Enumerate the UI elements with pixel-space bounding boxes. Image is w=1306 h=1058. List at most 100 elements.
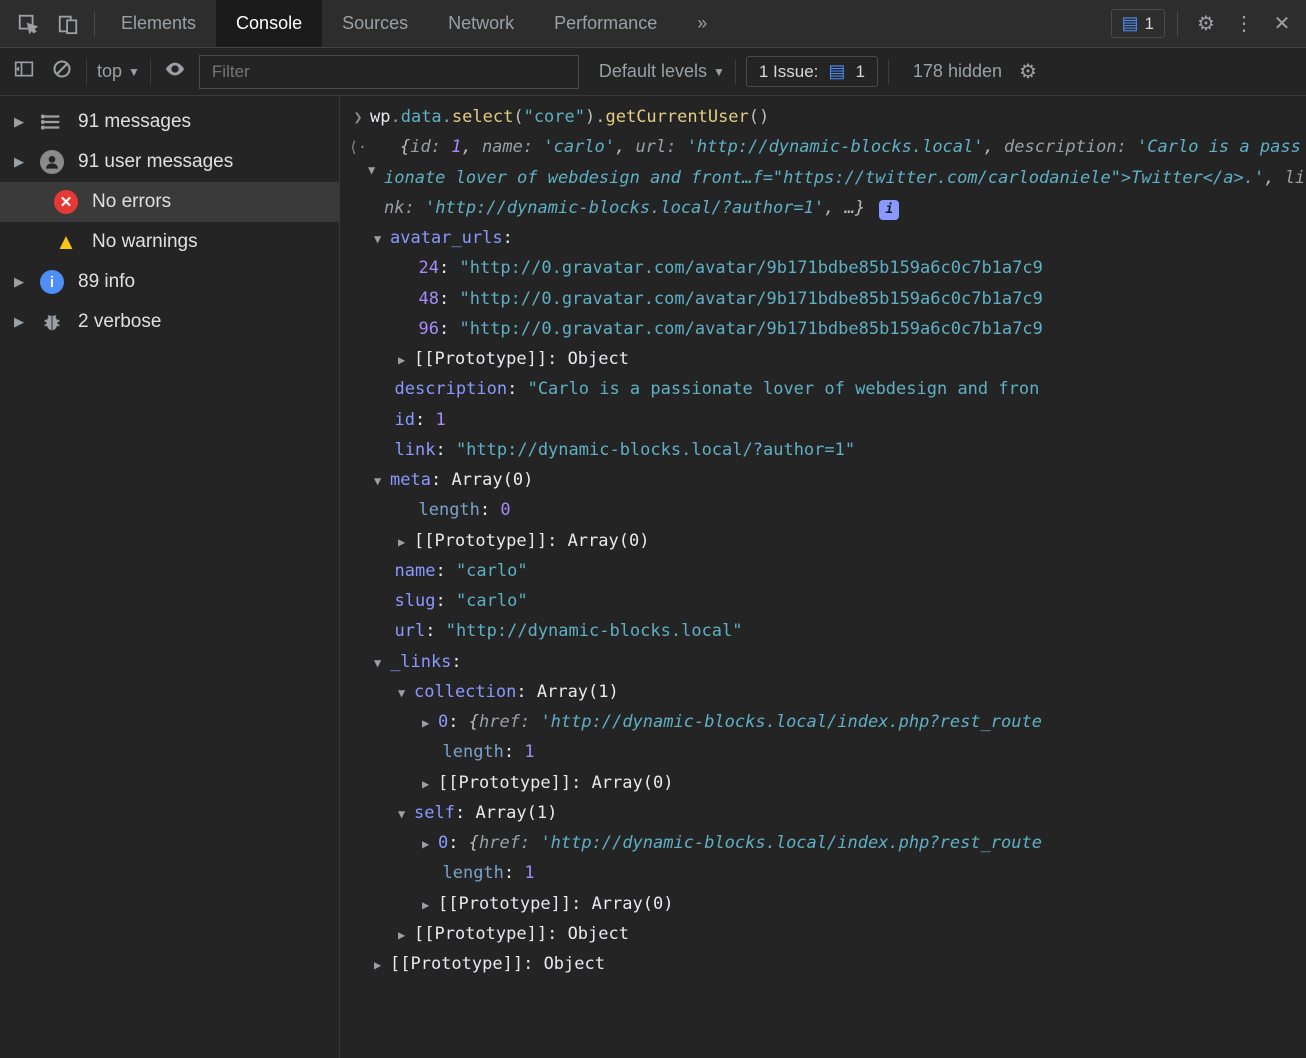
separator [150, 59, 151, 85]
console-output[interactable]: ❯ wp.data.select("core").getCurrentUser(… [340, 96, 1306, 1058]
prop-self[interactable]: ▼self: Array(1) [346, 798, 1306, 828]
eye-icon[interactable] [161, 58, 189, 86]
prop-id[interactable]: id: 1 [346, 405, 1306, 435]
caret-icon: ▶ [14, 114, 26, 130]
caret-icon[interactable]: ▼ [374, 229, 386, 250]
warning-icon: ▲ [54, 230, 78, 254]
prop-prototype[interactable]: ▶[[Prototype]]: Object [346, 344, 1306, 374]
tab-elements[interactable]: Elements [101, 0, 216, 47]
sidebar-item-errors[interactable]: ✕ No errors [0, 182, 339, 222]
prop-96[interactable]: 96: "http://0.gravatar.com/avatar/9b171b… [346, 314, 1306, 344]
device-toggle-icon[interactable] [48, 13, 88, 35]
prop-link[interactable]: link: "http://dynamic-blocks.local/?auth… [346, 435, 1306, 465]
caret-icon: ▶ [14, 314, 26, 330]
message-icon: ▤ [1122, 13, 1139, 34]
separator [735, 59, 736, 85]
caret-icon[interactable]: ▶ [422, 713, 434, 734]
caret-icon[interactable]: ▼ [398, 804, 410, 825]
info-badge-icon[interactable]: i [879, 200, 899, 220]
prop-index-0[interactable]: ▶0: {href: 'http://dynamic-blocks.local/… [346, 828, 1306, 858]
hidden-count: 178 hidden [913, 61, 1002, 82]
settings-icon[interactable]: ⚙ [1190, 11, 1222, 36]
tabs: Elements Console Sources Network Perform… [101, 0, 727, 47]
prop-prototype[interactable]: ▶[[Prototype]]: Object [346, 919, 1306, 949]
more-icon[interactable]: ⋮ [1228, 11, 1260, 36]
caret-icon[interactable]: ▼ [398, 683, 410, 704]
sidebar-item-label: 91 user messages [78, 151, 233, 173]
tab-performance[interactable]: Performance [534, 0, 677, 47]
prop-length[interactable]: length: 1 [346, 737, 1306, 767]
separator [94, 11, 95, 37]
sidebar-toggle-icon[interactable] [10, 59, 38, 85]
result-preview: ▼{id: 1, name: 'carlo', url: 'http://dyn… [370, 132, 1306, 223]
sidebar-item-messages[interactable]: ▶ 91 messages [0, 102, 339, 142]
tab-overflow[interactable]: » [677, 0, 727, 47]
prop-prototype[interactable]: ▶[[Prototype]]: Array(0) [346, 768, 1306, 798]
caret-icon[interactable]: ▼ [374, 653, 386, 674]
console-input-line: ❯ wp.data.select("core").getCurrentUser(… [346, 102, 1306, 132]
prop-index-0[interactable]: ▶0: {href: 'http://dynamic-blocks.local/… [346, 707, 1306, 737]
user-icon [40, 150, 64, 174]
sidebar-item-user-messages[interactable]: ▶ 91 user messages [0, 142, 339, 182]
tab-network[interactable]: Network [428, 0, 534, 47]
list-icon [40, 110, 64, 134]
devtools-tab-bar: Elements Console Sources Network Perform… [0, 0, 1306, 48]
sidebar-item-warnings[interactable]: ▲ No warnings [0, 222, 339, 262]
console-settings-icon[interactable]: ⚙ [1012, 59, 1044, 84]
caret-icon[interactable]: ▼ [368, 160, 380, 181]
caret-icon[interactable]: ▶ [422, 834, 434, 855]
prop-description[interactable]: description: "Carlo is a passionate love… [346, 374, 1306, 404]
prop-length[interactable]: length: 0 [346, 495, 1306, 525]
prop-24[interactable]: 24: "http://0.gravatar.com/avatar/9b171b… [346, 253, 1306, 283]
issues-badge-count: 1 [1145, 14, 1154, 34]
caret-icon[interactable]: ▶ [398, 532, 410, 553]
prop-links[interactable]: ▼_links: [346, 647, 1306, 677]
issues-badge[interactable]: ▤ 1 [1111, 9, 1165, 38]
caret-icon[interactable]: ▶ [422, 774, 434, 795]
prop-48[interactable]: 48: "http://0.gravatar.com/avatar/9b171b… [346, 284, 1306, 314]
separator [1177, 11, 1178, 37]
sidebar-item-info[interactable]: ▶ i 89 info [0, 262, 339, 302]
sidebar-item-label: 2 verbose [78, 311, 161, 333]
filter-input[interactable] [199, 55, 579, 89]
prop-avatar-urls[interactable]: ▼avatar_urls: [346, 223, 1306, 253]
caret-icon[interactable]: ▶ [374, 955, 386, 976]
prop-prototype[interactable]: ▶[[Prototype]]: Array(0) [346, 889, 1306, 919]
prop-prototype[interactable]: ▶[[Prototype]]: Object [346, 949, 1306, 979]
close-icon[interactable]: ✕ [1266, 11, 1298, 36]
log-levels-selector[interactable]: Default levels ▼ [599, 61, 725, 82]
clear-console-icon[interactable] [48, 59, 76, 85]
chevron-down-icon: ▼ [128, 65, 140, 79]
tab-sources[interactable]: Sources [322, 0, 428, 47]
caret-icon[interactable]: ▶ [422, 895, 434, 916]
message-sidebar: ▶ 91 messages ▶ 91 user messages ✕ No er… [0, 96, 340, 1058]
issues-button[interactable]: 1 Issue: ▤ 1 [746, 56, 878, 87]
prop-meta[interactable]: ▼meta: Array(0) [346, 465, 1306, 495]
prop-slug[interactable]: slug: "carlo" [346, 586, 1306, 616]
tab-console[interactable]: Console [216, 0, 322, 47]
caret-icon[interactable]: ▶ [398, 925, 410, 946]
sidebar-item-label: 89 info [78, 271, 135, 293]
prop-length[interactable]: length: 1 [346, 858, 1306, 888]
prop-prototype[interactable]: ▶[[Prototype]]: Array(0) [346, 526, 1306, 556]
caret-icon: ▶ [14, 274, 26, 290]
sidebar-item-label: 91 messages [78, 111, 191, 133]
console-result-line[interactable]: ⟨· ▼{id: 1, name: 'carlo', url: 'http://… [346, 132, 1306, 223]
sidebar-item-label: No warnings [92, 231, 198, 253]
command-text: wp.data.select("core").getCurrentUser() [370, 102, 1306, 132]
bug-icon [40, 310, 64, 334]
prop-name[interactable]: name: "carlo" [346, 556, 1306, 586]
context-selector[interactable]: top ▼ [97, 61, 140, 82]
levels-label: Default levels [599, 61, 707, 82]
sidebar-item-verbose[interactable]: ▶ 2 verbose [0, 302, 339, 342]
sidebar-item-label: No errors [92, 191, 171, 213]
info-icon: i [40, 270, 64, 294]
result-icon: ⟨· [346, 132, 370, 161]
separator [888, 59, 889, 85]
console-toolbar: top ▼ Default levels ▼ 1 Issue: ▤ 1 178 … [0, 48, 1306, 96]
caret-icon[interactable]: ▼ [374, 471, 386, 492]
prop-collection[interactable]: ▼collection: Array(1) [346, 677, 1306, 707]
caret-icon[interactable]: ▶ [398, 350, 410, 371]
inspect-icon[interactable] [8, 13, 48, 35]
prop-url[interactable]: url: "http://dynamic-blocks.local" [346, 616, 1306, 646]
